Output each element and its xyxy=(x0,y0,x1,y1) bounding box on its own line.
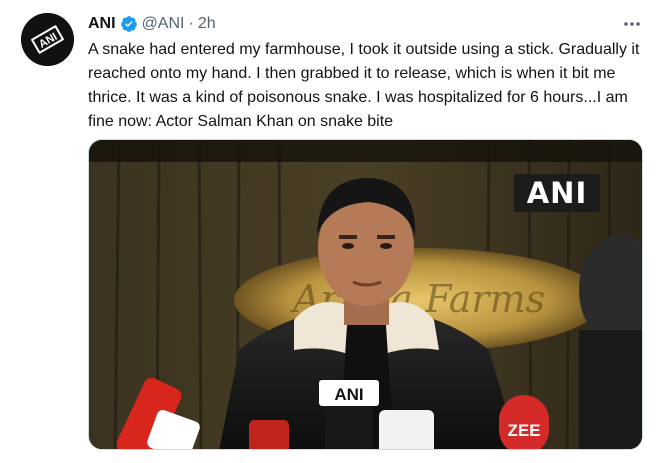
mic-label-zee: ZEE xyxy=(507,421,540,440)
tweet-card[interactable]: ANI ANI @ANI · 2h A snake had entered my… xyxy=(0,0,666,463)
tweet-text: A snake had entered my farmhouse, I took… xyxy=(88,41,640,130)
author-name[interactable]: ANI xyxy=(88,15,116,33)
ani-watermark: ANI xyxy=(514,174,600,212)
tweet-header: ANI @ANI · 2h xyxy=(88,14,216,34)
separator-dot: · xyxy=(188,15,194,32)
mic-label-ani: ANI xyxy=(334,385,363,404)
tweet-media-image[interactable]: Arpita Farms ANI ZEE ANI xyxy=(88,139,643,450)
tweet-timestamp[interactable]: 2h xyxy=(198,15,216,33)
author-handle[interactable]: @ANI xyxy=(142,15,185,33)
more-options-icon[interactable] xyxy=(620,14,644,34)
verified-badge-icon xyxy=(120,15,138,33)
author-avatar[interactable]: ANI xyxy=(21,13,74,66)
